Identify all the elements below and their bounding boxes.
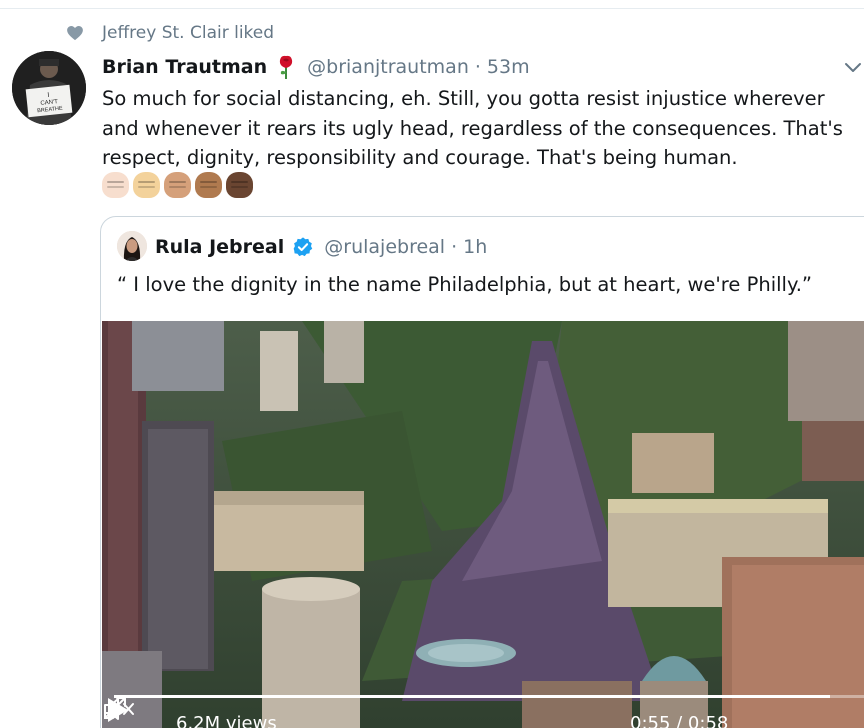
separator-dot: · [474, 56, 481, 78]
author-handle[interactable]: @brianjtrautman [307, 56, 469, 78]
raised-fist-emoji [226, 172, 253, 198]
video-player[interactable]: 6.2M views 0:55 / 0:58 [102, 321, 864, 728]
video-progress-fill [114, 695, 831, 698]
video-timecode: 0:55 / 0:58 [630, 713, 729, 728]
tweet-text-line: respect, dignity, responsibility and cou… [102, 146, 738, 169]
fullscreen-icon[interactable] [102, 695, 128, 721]
quoted-tweet-text: “ I love the dignity in the name Philade… [117, 273, 813, 296]
quoted-tweet-card[interactable]: Rula Jebreal @rulajebreal · 1h “ I love … [100, 216, 864, 728]
quoted-author-handle[interactable]: @rulajebreal [324, 236, 445, 258]
raised-fist-emoji [164, 172, 191, 198]
tweet-text-line: So much for social distancing, eh. Still… [102, 87, 825, 110]
raised-fist-emoji [102, 172, 129, 198]
quoted-tweet-timestamp[interactable]: 1h [463, 236, 487, 258]
top-divider [0, 8, 864, 9]
author-name[interactable]: Brian Trautman [102, 56, 267, 78]
view-count: 6.2M views [176, 713, 277, 728]
avatar[interactable]: I CAN'T BREATHE [12, 51, 86, 125]
quoted-avatar[interactable] [117, 231, 147, 261]
tweet-header: Brian Trautman @brianjtrautman · 53m [102, 52, 530, 82]
tweet-text: So much for social distancing, eh. Still… [102, 84, 864, 173]
quoted-tweet-header: Rula Jebreal @rulajebreal · 1h [155, 231, 487, 263]
chevron-down-icon[interactable] [842, 56, 864, 78]
fist-emoji-row [102, 172, 253, 198]
social-context-text[interactable]: Jeffrey St. Clair liked [102, 23, 274, 43]
raised-fist-emoji [195, 172, 222, 198]
aerial-city-video-frame [102, 321, 864, 728]
verified-badge-icon [293, 237, 313, 257]
video-controls: 6.2M views 0:55 / 0:58 [102, 695, 864, 728]
video-progress-bar[interactable] [114, 695, 864, 698]
rose-icon [280, 55, 293, 79]
raised-fist-emoji [133, 172, 160, 198]
tweet-timestamp[interactable]: 53m [487, 56, 530, 78]
heart-icon [67, 25, 83, 41]
separator-dot: · [451, 236, 458, 258]
tweet-text-line: and whenever it rears its ugly head, reg… [102, 116, 843, 140]
social-context: Jeffrey St. Clair liked [66, 20, 274, 46]
quoted-author-name[interactable]: Rula Jebreal [155, 236, 284, 258]
